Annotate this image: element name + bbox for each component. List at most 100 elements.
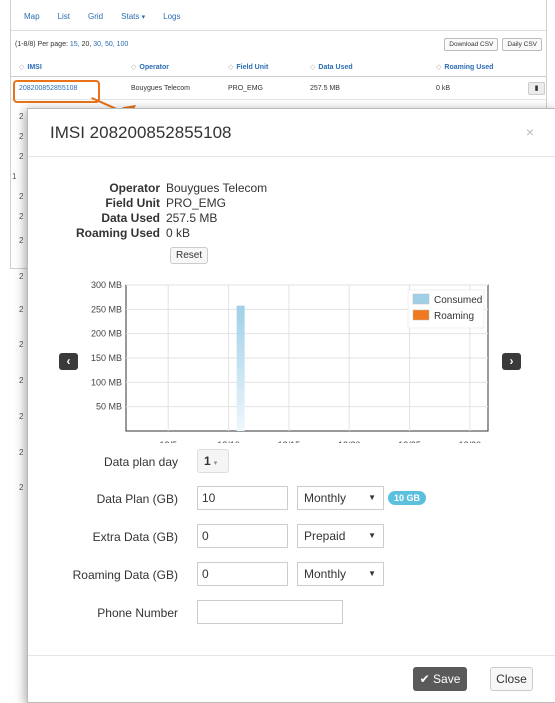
row-data-plan-day: Data plan day 1 ▾	[28, 449, 555, 475]
col-imsi[interactable]: ◇ IMSI	[11, 63, 131, 72]
row-fragment: 2	[19, 305, 24, 314]
page-size-15[interactable]: 15,	[70, 41, 80, 48]
close-icon[interactable]: ×	[526, 124, 534, 140]
legend-label: Consumed	[434, 295, 482, 306]
legend-label: Roaming	[434, 311, 474, 322]
data-plan-day-dropdown[interactable]: 1 ▾	[197, 449, 229, 473]
legend-swatch	[412, 293, 430, 305]
y-tick-label: 250 MB	[91, 304, 122, 314]
x-tick-label: 12/20	[338, 440, 361, 443]
tab-stats-label: Stats	[121, 12, 140, 21]
pager-bar: (1-8/8) Per page: 15, 20, 30, 50, 100 Do…	[11, 31, 546, 58]
close-button[interactable]: Close	[490, 667, 533, 691]
cell-field-unit: PRO_EMG	[228, 84, 264, 92]
info-row-operator: Operator Bouygues Telecom	[109, 181, 268, 195]
row-fragment: 2	[19, 340, 24, 349]
col-operator[interactable]: ◇ Operator	[131, 63, 228, 72]
imsi-modal: IMSI 208200852855108 × Operator Bouygues …	[27, 108, 555, 703]
data-plan-badge: 10 GB	[388, 491, 427, 505]
modal-footer: ✔ Save Close	[28, 655, 555, 703]
row-fragment: 2	[19, 192, 24, 201]
info-row-data-used: Data Used 257.5 MB	[101, 211, 218, 225]
tab-grid[interactable]: Grid	[79, 12, 112, 30]
imsi-info: Operator Bouygues Telecom Field Unit PRO_E…	[74, 181, 267, 241]
cell-data-used: 257.5 MB	[310, 84, 340, 92]
chevron-right-icon[interactable]: ›	[502, 353, 521, 370]
page-size-100[interactable]: 100	[117, 41, 129, 48]
x-tick-label: 12/5	[159, 440, 177, 443]
row-fragment: 2	[19, 448, 24, 457]
row-data-plan: Data Plan (GB) 10 Monthly ▼ 10 GB	[28, 486, 555, 512]
extra-data-input[interactable]: 0	[197, 524, 288, 548]
cell-roaming-used: 0 kB	[436, 84, 451, 92]
caret-down-icon: ▼	[368, 569, 376, 578]
row-fragment: 2	[19, 132, 24, 141]
row-fragment: 2	[19, 483, 24, 492]
caret-down-icon: ▼	[368, 493, 376, 502]
col-data-used[interactable]: ◇ Data Used	[310, 63, 436, 72]
chevron-left-icon[interactable]: ‹	[59, 353, 78, 370]
info-row-field-unit: Field Unit PRO_EMG	[105, 196, 227, 210]
page-size-30[interactable]: 30,	[93, 41, 103, 48]
row-phone-number: Phone Number	[28, 600, 555, 626]
page-size-50[interactable]: 50,	[105, 41, 115, 48]
row-fragment: 2	[19, 236, 24, 245]
tab-map[interactable]: Map	[15, 12, 49, 30]
phone-number-input[interactable]	[197, 600, 343, 624]
row-fragment: 1	[12, 172, 17, 181]
consumed-bar	[236, 305, 245, 431]
reset-button[interactable]: Reset	[170, 247, 209, 264]
data-plan-period-select[interactable]: Monthly ▼	[297, 486, 384, 510]
sort-icon: ◇	[131, 64, 137, 71]
x-tick-label: 12/10	[217, 440, 240, 443]
row-fragment: 2	[19, 152, 24, 161]
save-button[interactable]: ✔ Save	[413, 667, 467, 691]
roaming-data-label: Roaming Data (GB)	[72, 568, 178, 582]
legend-swatch	[412, 309, 430, 321]
daily-csv-button[interactable]: Daily CSV	[502, 38, 542, 51]
nav-tabs: Map List Grid Stats ▾ Logs	[11, 0, 546, 31]
modal-title: IMSI 208200852855108	[50, 122, 232, 142]
extra-data-label: Extra Data (GB)	[92, 530, 178, 544]
roaming-period-select[interactable]: Monthly ▼	[297, 562, 384, 586]
y-tick-label: 200 MB	[91, 329, 122, 339]
row-extra-data: Extra Data (GB) 0 Prepaid ▼	[28, 524, 555, 550]
caret-down-icon: ▾	[141, 14, 146, 21]
col-roaming-used[interactable]: ◇ Roaming Used	[436, 63, 528, 72]
sort-icon: ◇	[228, 64, 234, 71]
y-tick-label: 100 MB	[91, 377, 122, 387]
extra-data-type-select[interactable]: Prepaid ▼	[297, 524, 384, 548]
row-fragment: 2	[19, 212, 24, 221]
lock-icon[interactable]: ▮	[528, 81, 545, 95]
x-tick-label: 12/30	[459, 440, 482, 443]
col-field-unit[interactable]: ◇ Field Unit	[228, 63, 310, 72]
y-tick-label: 300 MB	[91, 280, 122, 290]
table-header: ◇ IMSI ◇ Operator ◇ Field Unit ◇ Data Used ◇…	[11, 58, 546, 77]
info-row-roaming-used: Roaming Used 0 kB	[75, 226, 191, 240]
data-plan-day-label: Data plan day	[103, 455, 178, 469]
sort-icon: ◇	[436, 64, 442, 71]
sort-icon: ◇	[19, 64, 25, 71]
download-csv-button[interactable]: Download CSV	[444, 38, 499, 51]
tab-logs[interactable]: Logs	[154, 12, 189, 30]
roaming-data-input[interactable]: 0	[197, 562, 288, 586]
cell-operator: Bouygues Telecom	[131, 84, 191, 92]
data-plan-label: Data Plan (GB)	[96, 492, 178, 506]
caret-down-icon: ▼	[368, 531, 376, 540]
y-tick-label: 150 MB	[91, 353, 122, 363]
modal-header: IMSI 208200852855108 ×	[28, 109, 555, 157]
caret-down-icon: ▾	[213, 460, 218, 467]
x-tick-label: 12/25	[398, 440, 421, 443]
row-fragment: 2	[19, 112, 24, 121]
pager-label: (1-8/8) Per page:	[15, 41, 68, 48]
data-plan-input[interactable]: 10	[197, 486, 288, 510]
tab-list[interactable]: List	[49, 12, 79, 30]
highlight-box	[13, 80, 100, 103]
tab-stats[interactable]: Stats ▾	[112, 12, 154, 30]
usage-chart: 50 MB 100 MB 150 MB 200 MB 250 MB 300 MB 12/5 1…	[91, 280, 489, 443]
y-tick-label: 50 MB	[96, 402, 122, 412]
page-size-20: 20,	[81, 41, 92, 48]
row-fragment: 2	[19, 272, 24, 281]
row-roaming-data: Roaming Data (GB) 0 Monthly ▼	[28, 562, 555, 588]
x-tick-label: 12/15	[278, 440, 301, 443]
